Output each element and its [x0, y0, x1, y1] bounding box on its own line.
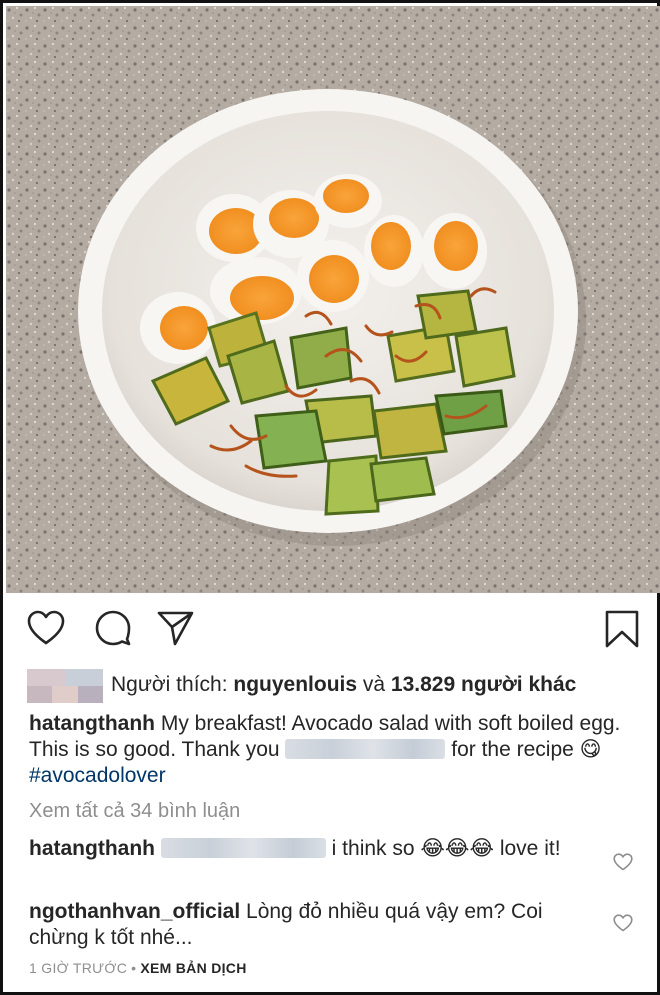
- breakfast-bowl-image: [6, 6, 660, 593]
- caption-emoji: 😋: [579, 738, 602, 761]
- small-heart-icon[interactable]: [613, 914, 633, 937]
- comment-username[interactable]: ngothanhvan_official: [29, 900, 240, 923]
- likes-prefix: Người thích:: [111, 673, 234, 696]
- see-translation-link[interactable]: XEM BẢN DỊCH: [140, 960, 246, 976]
- bookmark-icon[interactable]: [605, 610, 639, 653]
- post-photo[interactable]: [6, 6, 660, 593]
- liker-username[interactable]: nguyenlouis: [233, 673, 357, 696]
- post-caption: hatangthanh My breakfast! Avocado salad …: [29, 711, 641, 789]
- redacted-mention: [160, 838, 326, 858]
- caption-hashtag[interactable]: #avocadolover: [29, 764, 166, 787]
- caption-username[interactable]: hatangthanh: [29, 712, 155, 735]
- small-heart-icon[interactable]: [613, 853, 633, 876]
- redacted-mention: [285, 739, 446, 759]
- comment-item: hatangthanh i think so 😂😂😂 love it!: [29, 836, 589, 862]
- post-meta: 1 GIỜ TRƯỚC • XEM BẢN DỊCH: [29, 960, 247, 976]
- comment-item: ngothanhvan_official Lòng đỏ nhiều quá v…: [29, 899, 589, 951]
- likes-others[interactable]: 13.829 người khác: [391, 673, 576, 696]
- comment-text: i think so 😂😂😂 love it!: [325, 837, 561, 860]
- likes-text: Người thích: nguyenlouis và 13.829 người…: [111, 673, 576, 697]
- meta-separator: •: [131, 960, 137, 976]
- comment-username[interactable]: hatangthanh: [29, 837, 155, 860]
- heart-outline-icon[interactable]: [27, 610, 65, 651]
- caption-text-2: for the recipe: [445, 738, 580, 761]
- likes-connector: và: [357, 673, 391, 696]
- liker-avatars: [27, 669, 103, 703]
- post-timestamp: 1 GIỜ TRƯỚC: [29, 960, 128, 976]
- paper-plane-icon[interactable]: [157, 610, 195, 651]
- speech-bubble-icon[interactable]: [95, 610, 131, 651]
- likes-row[interactable]: Người thích: nguyenlouis và 13.829 người…: [27, 665, 643, 705]
- view-all-comments-link[interactable]: Xem tất cả 34 bình luận: [29, 800, 240, 823]
- instagram-post: Người thích: nguyenlouis và 13.829 người…: [0, 0, 660, 995]
- post-action-bar: [27, 610, 643, 656]
